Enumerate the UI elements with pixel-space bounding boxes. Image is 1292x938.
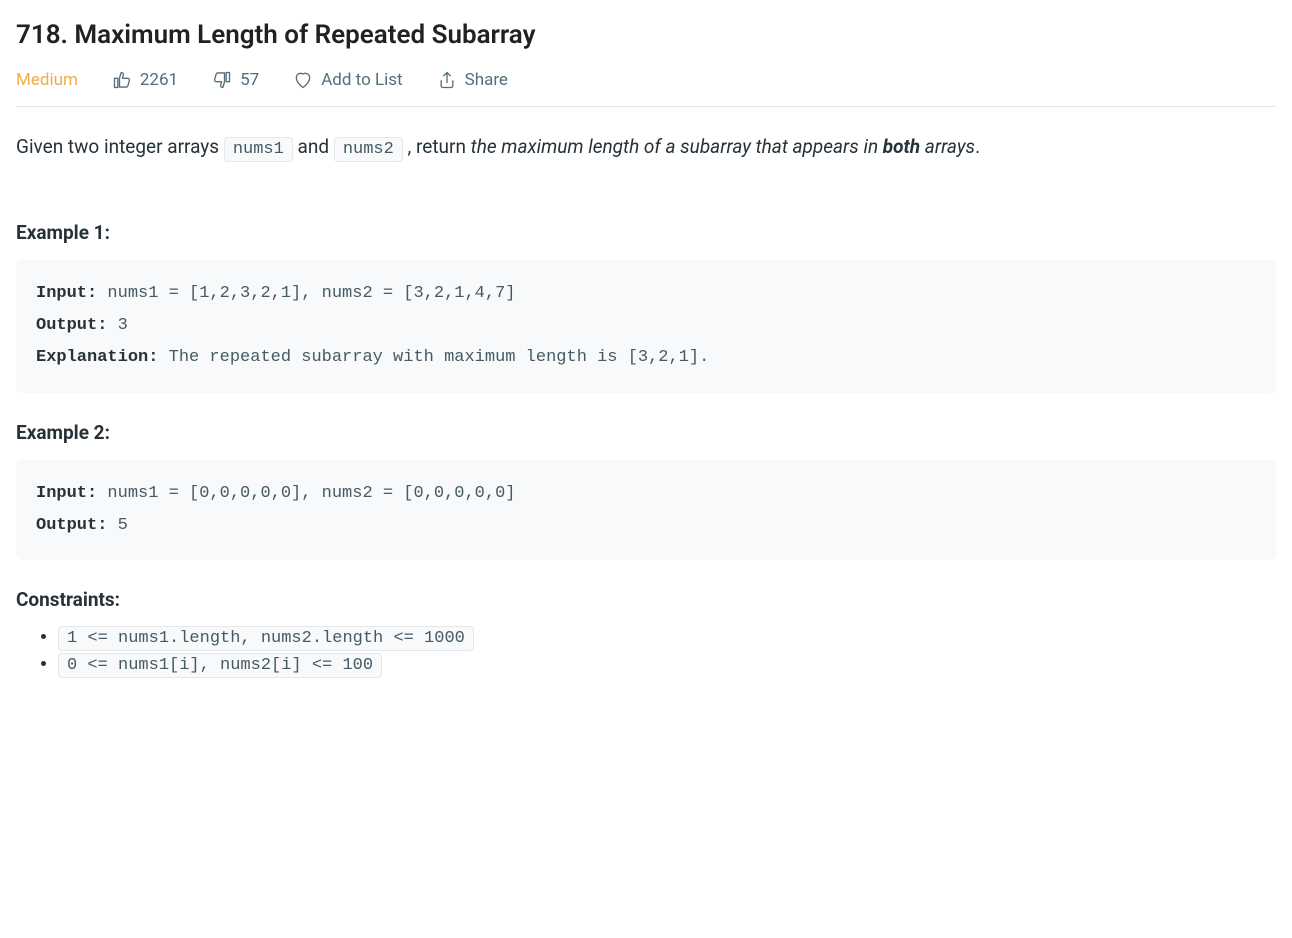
desc-italic: arrays xyxy=(920,135,975,158)
desc-text: Given two integer arrays xyxy=(16,135,224,158)
dislike-button[interactable]: 57 xyxy=(212,70,259,90)
meta-row: Medium 2261 57 Add to List Share xyxy=(16,70,1276,107)
difficulty-badge: Medium xyxy=(16,70,78,90)
example2-heading: Example 2: xyxy=(16,421,1276,444)
constraint-code: 0 <= nums1[i], nums2[i] <= 100 xyxy=(58,653,382,678)
list-item: 1 <= nums1.length, nums2.length <= 1000 xyxy=(58,627,1276,648)
share-button[interactable]: Share xyxy=(437,70,508,90)
example-input: nums1 = [0,0,0,0,0], nums2 = [0,0,0,0,0] xyxy=(97,484,515,503)
heart-icon xyxy=(293,70,313,90)
desc-text: and xyxy=(298,135,334,158)
desc-text: , return xyxy=(408,135,471,158)
constraint-code: 1 <= nums1.length, nums2.length <= 1000 xyxy=(58,626,474,651)
inline-code-nums1: nums1 xyxy=(224,137,293,162)
like-button[interactable]: 2261 xyxy=(112,70,178,90)
example-label: Output: xyxy=(36,316,107,335)
example1-block: Input: nums1 = [1,2,3,2,1], nums2 = [3,2… xyxy=(16,260,1276,393)
constraints-heading: Constraints: xyxy=(16,588,1276,611)
thumbs-up-icon xyxy=(112,70,132,90)
example-label: Input: xyxy=(36,484,97,503)
inline-code-nums2: nums2 xyxy=(334,137,403,162)
add-to-list-button[interactable]: Add to List xyxy=(293,70,402,90)
problem-title: 718. Maximum Length of Repeated Subarray xyxy=(16,20,1276,50)
add-to-list-label: Add to List xyxy=(321,70,402,90)
example-explanation: The repeated subarray with maximum lengt… xyxy=(158,348,709,367)
share-icon xyxy=(437,70,457,90)
desc-bold: both xyxy=(883,135,920,158)
desc-text: . xyxy=(975,135,980,158)
example-input: nums1 = [1,2,3,2,1], nums2 = [3,2,1,4,7] xyxy=(97,284,515,303)
example-label: Output: xyxy=(36,516,107,535)
constraints-list: 1 <= nums1.length, nums2.length <= 1000 … xyxy=(16,627,1276,675)
example-output: 5 xyxy=(107,516,127,535)
thumbs-down-icon xyxy=(212,70,232,90)
example-label: Input: xyxy=(36,284,97,303)
example-output: 3 xyxy=(107,316,127,335)
share-label: Share xyxy=(465,70,508,90)
list-item: 0 <= nums1[i], nums2[i] <= 100 xyxy=(58,654,1276,675)
like-count: 2261 xyxy=(140,70,178,90)
example2-block: Input: nums1 = [0,0,0,0,0], nums2 = [0,0… xyxy=(16,460,1276,561)
desc-italic: the maximum length of a subarray that ap… xyxy=(471,135,883,158)
problem-description: Given two integer arrays nums1 and nums2… xyxy=(16,131,1276,165)
example1-heading: Example 1: xyxy=(16,221,1276,244)
dislike-count: 57 xyxy=(240,70,259,90)
example-label: Explanation: xyxy=(36,348,158,367)
